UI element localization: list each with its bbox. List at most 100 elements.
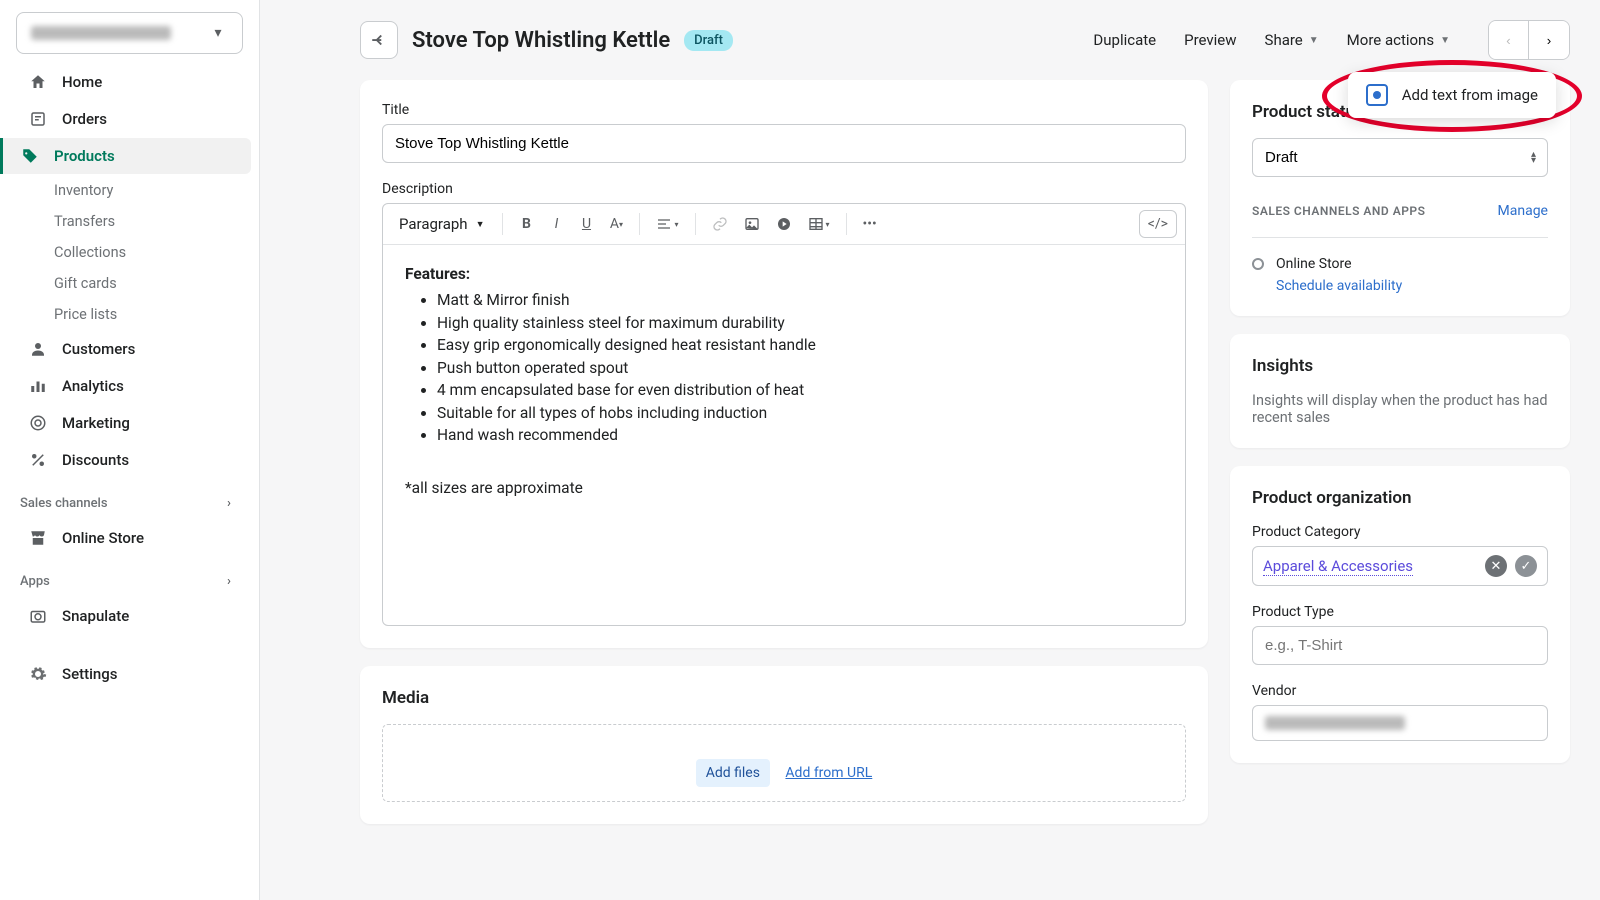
schedule-availability-link[interactable]: Schedule availability <box>1276 278 1548 294</box>
bold-button[interactable]: B <box>513 212 539 236</box>
image-button[interactable] <box>738 212 766 236</box>
features-list: Matt & Mirror finish High quality stainl… <box>405 289 1163 446</box>
nav-customers-label: Customers <box>62 340 135 358</box>
home-icon <box>28 72 48 92</box>
code-view-button[interactable]: </> <box>1139 210 1177 238</box>
feature-item: 4 mm encapsulated base for even distribu… <box>437 379 1163 401</box>
nav-marketing-label: Marketing <box>62 414 130 432</box>
media-card: Media Add files Add from URL <box>360 666 1208 824</box>
nav-analytics-label: Analytics <box>62 377 124 395</box>
status-select[interactable]: Draft <box>1252 138 1548 177</box>
nav-snapulate[interactable]: Snapulate <box>8 598 251 634</box>
gear-icon <box>28 664 48 684</box>
align-button[interactable]: ▾ <box>650 212 684 236</box>
tag-icon <box>20 146 40 166</box>
rte-content-area[interactable]: Features: Matt & Mirror finish High qual… <box>383 245 1185 625</box>
nav-orders[interactable]: Orders <box>8 101 251 137</box>
nav-online-store[interactable]: Online Store <box>8 520 251 556</box>
media-dropzone[interactable]: Add files Add from URL <box>382 724 1186 802</box>
text-color-button[interactable]: A▾ <box>603 212 629 236</box>
media-title: Media <box>382 688 1186 708</box>
feature-item: Matt & Mirror finish <box>437 289 1163 311</box>
channel-online-store: Online Store <box>1252 256 1548 272</box>
nav-home[interactable]: Home <box>8 64 251 100</box>
percent-icon <box>28 450 48 470</box>
store-icon <box>28 528 48 548</box>
product-pager: ‹ › <box>1488 20 1570 60</box>
rte-toolbar: Paragraph ▼ B I U A▾ ▾ <box>383 204 1185 245</box>
nav-sub-collections[interactable]: Collections <box>0 237 259 268</box>
nav-sub-inventory[interactable]: Inventory <box>0 175 259 206</box>
caret-down-icon: ▼ <box>1440 35 1450 46</box>
nav-marketing[interactable]: Marketing <box>8 405 251 441</box>
pager-next[interactable]: › <box>1529 21 1569 59</box>
link-button[interactable] <box>706 212 734 236</box>
vendor-input[interactable] <box>1252 705 1548 741</box>
nav-sub-giftcards[interactable]: Gift cards <box>0 268 259 299</box>
vendor-label: Vendor <box>1252 683 1548 699</box>
preview-action[interactable]: Preview <box>1184 31 1236 49</box>
nav-sub-transfers[interactable]: Transfers <box>0 206 259 237</box>
rich-text-editor: Paragraph ▼ B I U A▾ ▾ <box>382 203 1186 626</box>
feature-item: Easy grip ergonomically designed heat re… <box>437 334 1163 356</box>
feature-item: Hand wash recommended <box>437 424 1163 446</box>
orders-icon <box>28 109 48 129</box>
vendor-value-blurred <box>1265 716 1405 730</box>
add-files-button[interactable]: Add files <box>696 759 770 787</box>
table-button[interactable]: ▾ <box>802 212 836 236</box>
type-input[interactable] <box>1252 626 1548 665</box>
nav-sub-pricelists[interactable]: Price lists <box>0 299 259 330</box>
chevron-right-icon[interactable]: › <box>219 571 239 591</box>
nav-settings[interactable]: Settings <box>8 656 251 692</box>
feature-item: Suitable for all types of hobs including… <box>437 402 1163 424</box>
store-selector[interactable]: ▾ <box>16 12 243 54</box>
add-text-from-image-button[interactable]: Add text from image <box>1348 72 1556 118</box>
insights-text: Insights will display when the product h… <box>1252 392 1548 426</box>
title-description-card: Title Description Paragraph ▼ B I <box>360 80 1208 648</box>
manage-link[interactable]: Manage <box>1498 203 1548 219</box>
channel-status-icon <box>1252 258 1264 270</box>
chevron-right-icon[interactable]: › <box>219 493 239 513</box>
nav-products[interactable]: Products <box>0 138 251 174</box>
organization-title: Product organization <box>1252 488 1548 508</box>
header-actions: Duplicate Preview Share ▼ More actions ▼… <box>1093 20 1570 60</box>
caret-down-icon: ▼ <box>476 219 485 230</box>
video-button[interactable] <box>770 212 798 236</box>
category-confirm-icon[interactable]: ✓ <box>1515 555 1537 577</box>
feature-item: Push button operated spout <box>437 357 1163 379</box>
add-from-url-link[interactable]: Add from URL <box>785 765 872 781</box>
feature-item: High quality stainless steel for maximum… <box>437 312 1163 334</box>
more-actions[interactable]: More actions ▼ <box>1347 31 1450 49</box>
nav-section-apps: Apps › <box>0 557 259 597</box>
description-label: Description <box>382 181 1186 197</box>
back-button[interactable] <box>360 21 398 59</box>
page-header: Stove Top Whistling Kettle Draft Duplica… <box>360 20 1570 60</box>
nav-section-sales-channels: Sales channels › <box>0 479 259 519</box>
nav-discounts[interactable]: Discounts <box>8 442 251 478</box>
insights-title: Insights <box>1252 356 1548 376</box>
category-input[interactable]: Apparel & Accessories ✕ ✓ <box>1252 546 1548 586</box>
title-input[interactable] <box>382 124 1186 163</box>
italic-button[interactable]: I <box>543 212 569 236</box>
category-clear-icon[interactable]: ✕ <box>1485 555 1507 577</box>
nav-settings-label: Settings <box>62 665 118 683</box>
share-action[interactable]: Share ▼ <box>1265 31 1319 49</box>
main-content: Stove Top Whistling Kettle Draft Duplica… <box>260 0 1600 900</box>
nav-customers[interactable]: Customers <box>8 331 251 367</box>
nav-home-label: Home <box>62 73 102 91</box>
arrow-left-icon <box>370 31 388 49</box>
insights-card: Insights Insights will display when the … <box>1230 334 1570 448</box>
nav-analytics[interactable]: Analytics <box>8 368 251 404</box>
pager-prev[interactable]: ‹ <box>1489 21 1529 59</box>
underline-button[interactable]: U <box>573 212 599 236</box>
nav-products-label: Products <box>54 147 115 165</box>
more-format-button[interactable]: ••• <box>857 212 883 236</box>
target-icon <box>28 413 48 433</box>
nav-online-store-label: Online Store <box>62 529 144 547</box>
bars-icon <box>28 376 48 396</box>
camera-icon <box>1366 84 1388 106</box>
duplicate-action[interactable]: Duplicate <box>1093 31 1156 49</box>
sales-channels-subhead: SALES CHANNELS AND APPS <box>1252 204 1425 218</box>
title-label: Title <box>382 102 1186 118</box>
block-style-select[interactable]: Paragraph ▼ <box>391 211 492 237</box>
